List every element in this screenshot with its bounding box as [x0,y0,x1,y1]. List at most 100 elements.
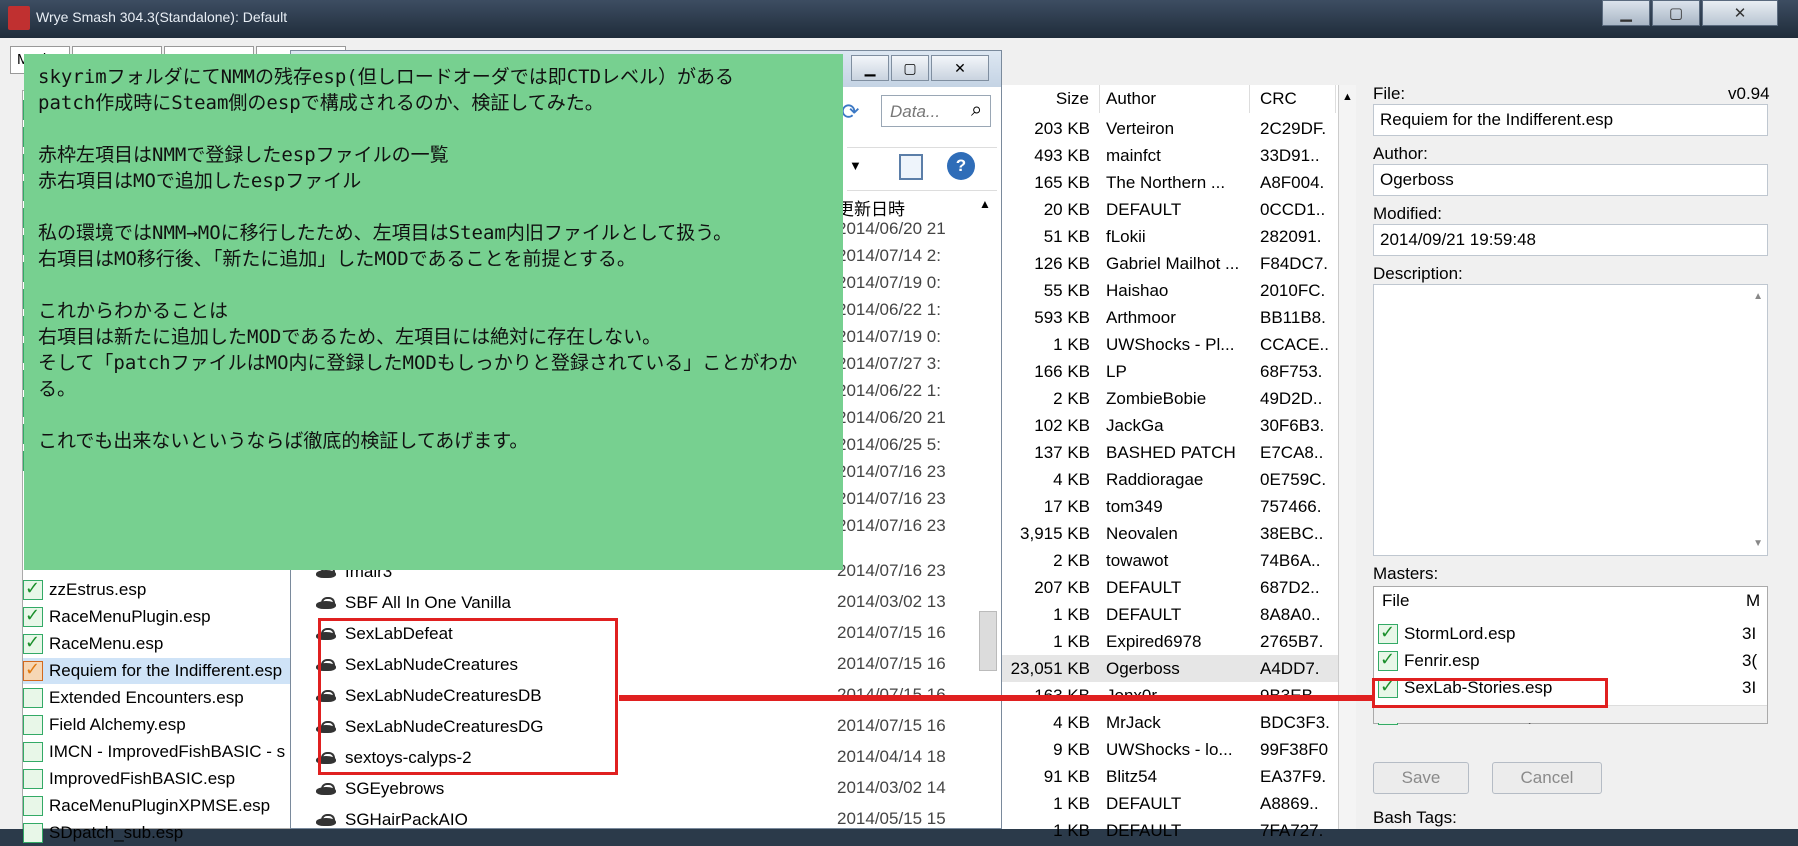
save-button[interactable]: Save [1373,762,1469,794]
mod-name: zzEstrus.esp [49,580,147,599]
master-row[interactable]: StormLord.esp 3I [1378,621,1763,647]
table-row[interactable]: 126 KB Gabriel Mailhot ... F84DC7. [1002,250,1354,277]
table-row[interactable]: 51 KB fLokii 282091. [1002,223,1354,250]
checkbox[interactable] [23,769,43,789]
explorer-minimize-button[interactable]: ▁ [851,55,889,81]
cell-size: 166 KB [1034,361,1090,381]
scroll-down-icon[interactable]: ▼ [1753,538,1763,549]
explorer-scrollbar-thumb[interactable] [979,611,997,671]
folder-row[interactable]: SBF All In One Vanilla [315,587,511,618]
app-icon [8,6,30,30]
masters-column-m[interactable]: M [1746,591,1760,611]
refresh-icon[interactable]: ⟳ [841,99,859,125]
modified-field[interactable]: 2014/09/21 19:59:48 [1373,224,1768,256]
column-crc[interactable]: CRC [1250,85,1336,113]
views-dropdown-icon[interactable]: ▼ [849,158,862,173]
scroll-up-icon[interactable]: ▲ [1342,91,1353,103]
cell-crc: A8869.. [1260,793,1319,813]
checkbox[interactable] [23,796,43,816]
explorer-close-button[interactable]: ✕ [931,55,989,81]
checkbox[interactable] [23,715,43,735]
table-row[interactable]: 1 KB UWShocks - Pl... CCACE.. [1002,331,1354,358]
table-row[interactable]: 9 KB UWShocks - lo... 99F38F0 [1002,736,1354,763]
search-icon[interactable]: ⌕ [971,99,982,122]
table-row[interactable]: 3,915 KB Neovalen 38EBC.. [1002,520,1354,547]
table-row[interactable]: 593 KB Arthmoor BB11B8. [1002,304,1354,331]
cell-size: 17 KB [1043,496,1090,516]
checkbox[interactable] [23,632,43,654]
table-row[interactable]: 207 KB DEFAULT 687D2.. [1002,574,1354,601]
table-row[interactable]: 91 KB Blitz54 EA37F9. [1002,763,1354,790]
preview-pane-icon[interactable] [899,154,923,180]
checkbox[interactable] [23,578,43,600]
cell-size: 1 KB [1053,604,1090,624]
table-row[interactable]: 1 KB Expired6978 2765B7. [1002,628,1354,655]
cell-author: ZombieBobie [1106,388,1207,408]
date-modified-header[interactable]: 更新日時 [837,195,905,220]
checkbox[interactable] [23,605,43,627]
help-icon[interactable]: ? [947,152,975,180]
table-scrollbar[interactable]: ▲ [1338,85,1356,829]
table-row[interactable]: 165 KB The Northern ... A8F004. [1002,169,1354,196]
table-row[interactable]: 2 KB ZombieBobie 49D2D.. [1002,385,1354,412]
mod-list-item[interactable]: RaceMenuPluginXPMSE.esp [23,793,293,819]
folder-date: 2014/07/15 16 [837,623,946,642]
cancel-button[interactable]: Cancel [1492,762,1602,794]
checkbox[interactable] [23,688,43,708]
table-row[interactable]: 20 KB DEFAULT 0CCD1.. [1002,196,1354,223]
cell-crc: F84DC7. [1260,253,1329,273]
cell-crc: 687D2.. [1260,577,1320,597]
mod-list-item[interactable]: RaceMenuPlugin.esp [23,604,293,630]
table-row[interactable]: 166 KB LP 68F753. [1002,358,1354,385]
table-row[interactable]: 4 KB Raddioragae 0E759C. [1002,466,1354,493]
masters-column-file[interactable]: File [1382,591,1409,611]
table-row[interactable]: 1 KB DEFAULT 7FA727. [1002,817,1354,844]
table-row[interactable]: 102 KB JackGa 30F6B3. [1002,412,1354,439]
mod-list-item[interactable]: Field Alchemy.esp [23,712,293,738]
checkbox[interactable] [23,742,43,762]
scroll-up-icon[interactable]: ▲ [1753,291,1763,302]
cell-size: 126 KB [1034,253,1090,273]
table-row[interactable]: 4 KB MrJack BDC3F3. [1002,709,1354,736]
mod-list-item[interactable]: IMCN - ImprovedFishBASIC - s [23,739,293,765]
close-button[interactable]: ✕ [1702,0,1778,26]
maximize-button[interactable]: ▢ [1652,0,1700,26]
table-row[interactable]: 17 KB tom349 757466. [1002,493,1354,520]
connector-line [619,695,1374,701]
mod-list-item[interactable]: RaceMenu.esp [23,631,293,657]
table-row[interactable]: 203 KB Verteiron 2C29DF. [1002,115,1354,142]
cell-crc: BDC3F3. [1260,712,1330,732]
table-row[interactable]: 23,051 KB Ogerboss A4DD7. [1002,655,1354,682]
column-author[interactable]: Author [1100,85,1250,113]
mod-list-item[interactable]: Extended Encounters.esp [23,685,293,711]
table-row[interactable]: 493 KB mainfct 33D91.. [1002,142,1354,169]
checkbox[interactable] [1378,649,1398,671]
file-field[interactable]: Requiem for the Indifferent.esp [1373,104,1768,136]
mod-list-item[interactable]: SDpatch_sub.esp [23,820,293,846]
cell-crc: 99F38F0 [1260,739,1329,759]
mod-list-item[interactable]: zzEstrus.esp [23,577,293,603]
checkbox[interactable] [1378,622,1398,644]
explorer-maximize-button[interactable]: ▢ [891,55,929,81]
master-row[interactable]: Fenrir.esp 3( [1378,648,1763,674]
mod-list-item[interactable]: Requiem for the Indifferent.esp [23,658,293,684]
table-row[interactable]: 2 KB towawot 74B6A.. [1002,547,1354,574]
column-size[interactable]: Size [1002,85,1100,113]
scroll-up-icon[interactable]: ▲ [979,197,991,211]
table-row[interactable]: 1 KB DEFAULT A8869.. [1002,790,1354,817]
folder-row[interactable]: SGHairPackAIO [315,804,468,835]
table-row[interactable]: 1 KB DEFAULT 8A8A0.. [1002,601,1354,628]
checkbox[interactable] [23,823,43,843]
table-row[interactable]: 137 KB BASHED PATCH E7CA8.. [1002,439,1354,466]
mod-list-item[interactable]: ImprovedFishBASIC.esp [23,766,293,792]
cell-author: Haishao [1106,280,1169,300]
mod-name: IMCN - ImprovedFishBASIC - s [49,742,286,761]
folder-row[interactable]: SGEyebrows [315,773,444,804]
checkbox[interactable] [23,659,43,681]
author-field[interactable]: Ogerboss [1373,164,1768,196]
cell-crc: BB11B8. [1260,307,1326,327]
folder-date: 2014/05/15 15 [837,809,946,828]
table-row[interactable]: 55 KB Haishao 2010FC. [1002,277,1354,304]
minimize-button[interactable]: ▁ [1602,0,1650,26]
description-field[interactable]: ▲ ▼ [1373,284,1768,556]
